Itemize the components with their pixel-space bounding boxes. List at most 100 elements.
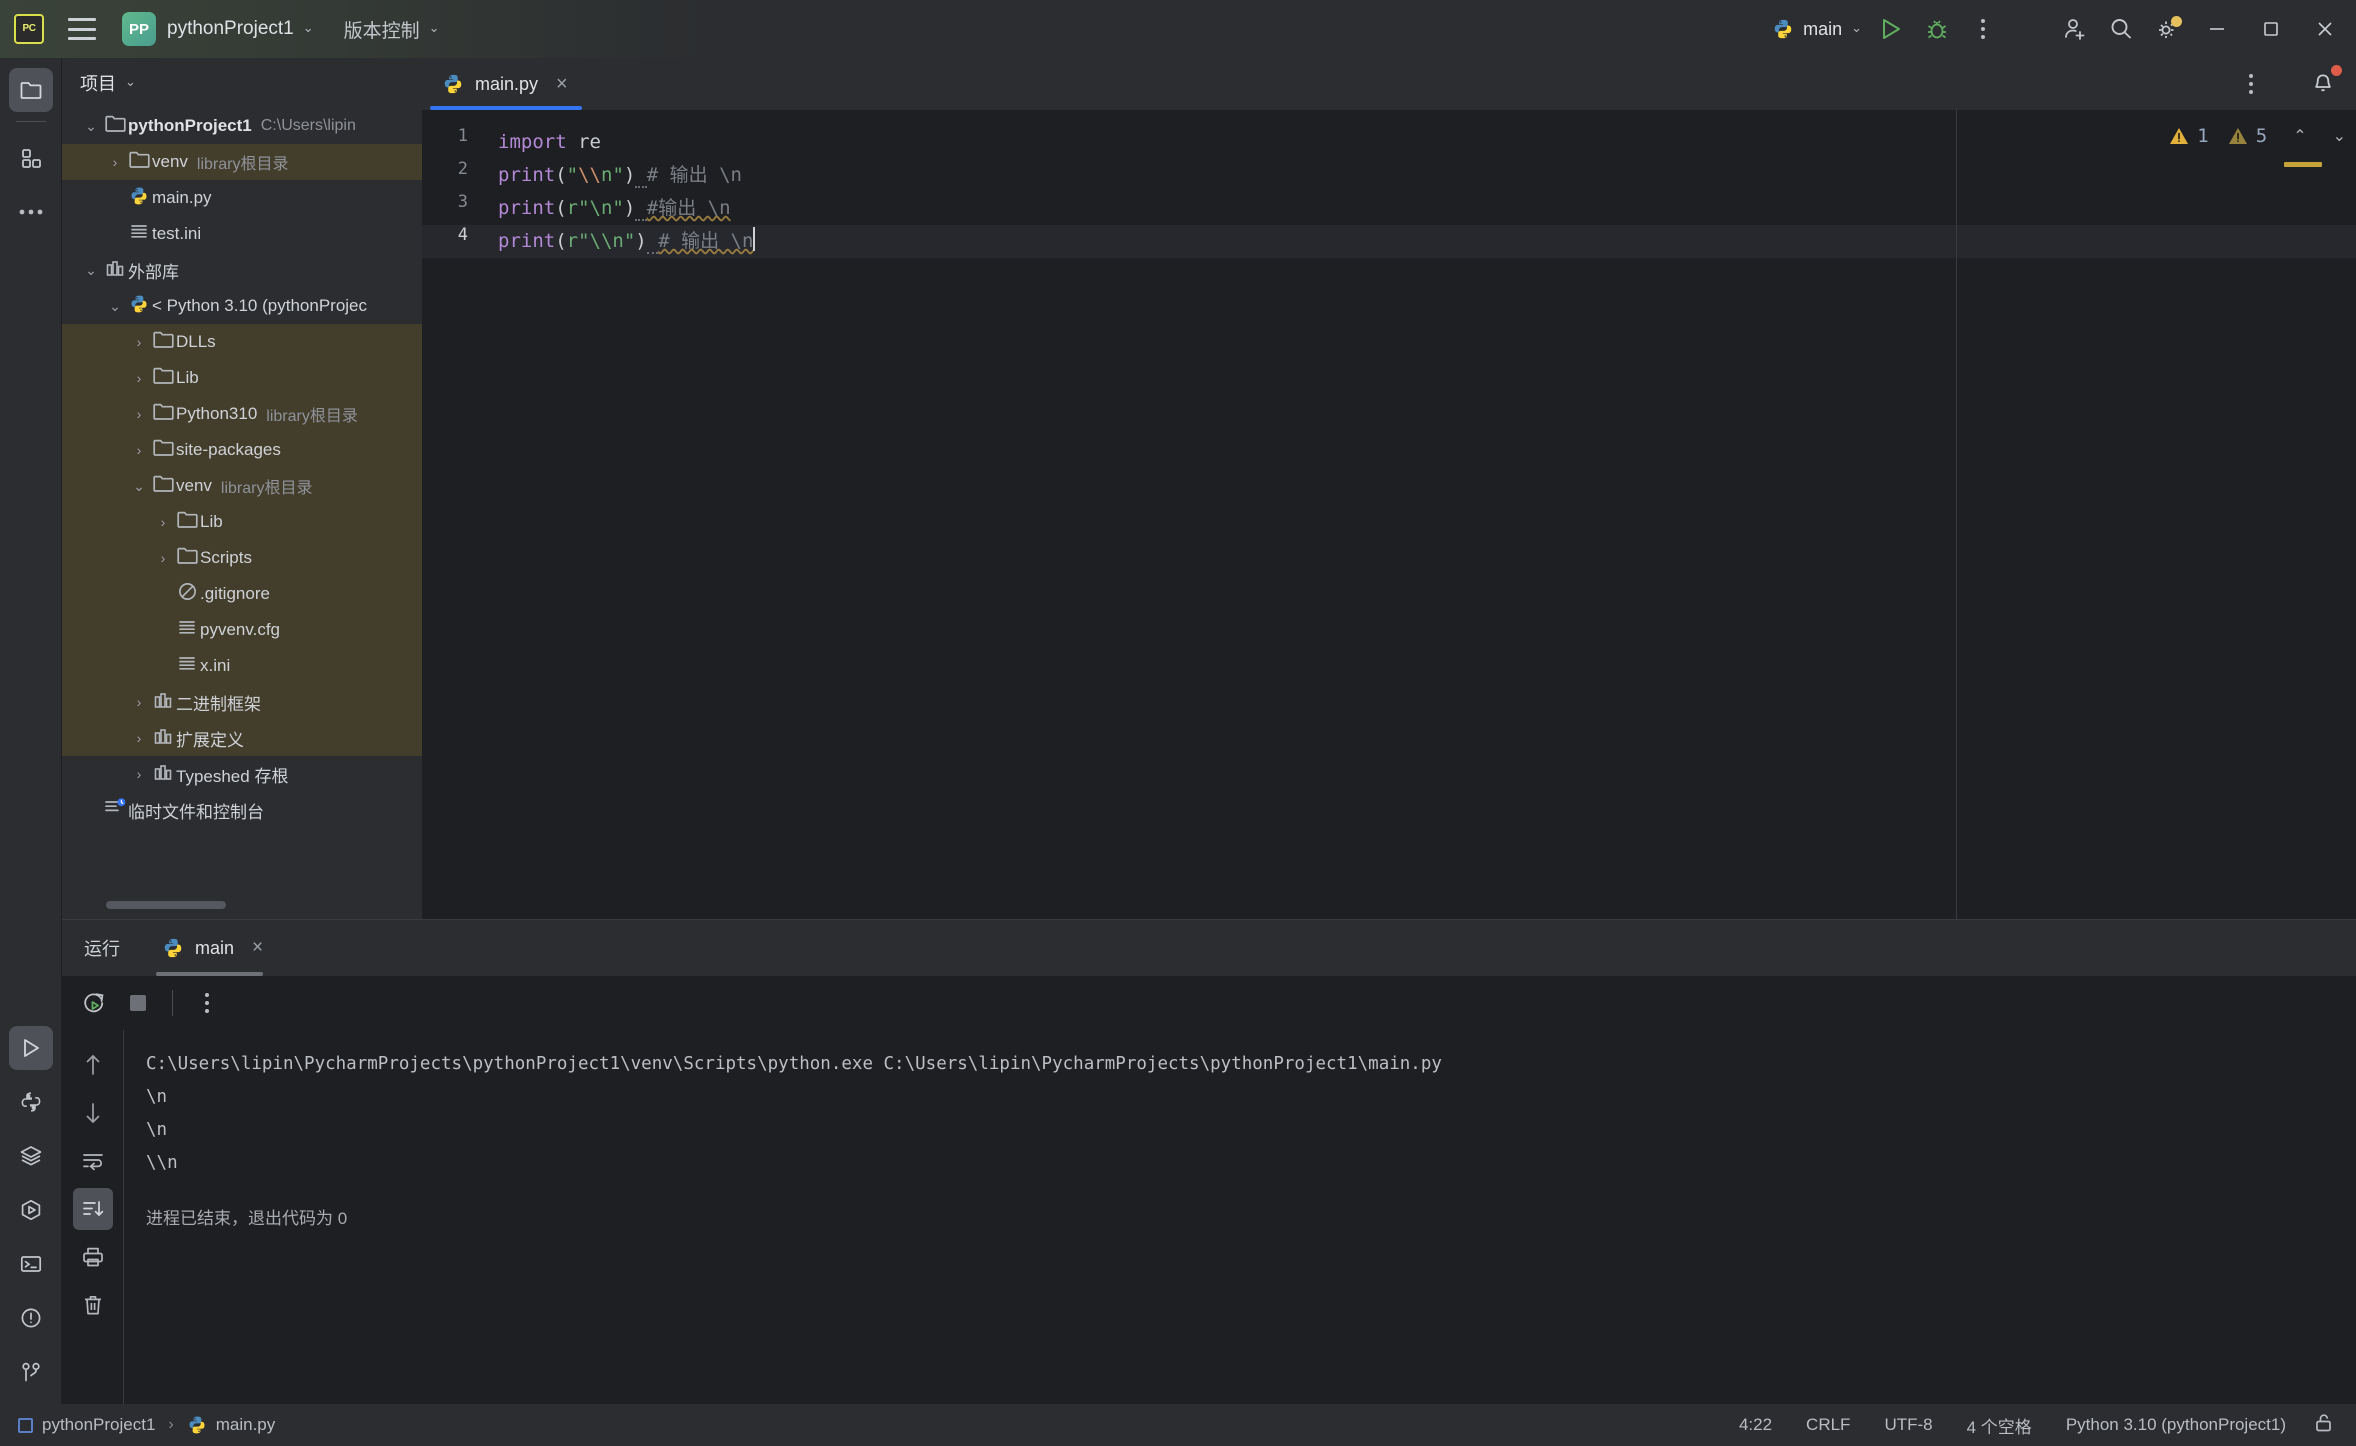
editor-options-icon[interactable] (2228, 61, 2274, 107)
add-user-icon[interactable] (2052, 6, 2098, 52)
sidebar-item-terminal[interactable] (9, 1242, 53, 1286)
soft-wrap-button[interactable] (73, 1140, 113, 1182)
chevron-right-icon[interactable]: › (152, 550, 174, 566)
tab-close-icon[interactable]: × (556, 73, 568, 96)
previous-occurrence-button[interactable] (73, 1044, 113, 1086)
console-output[interactable]: C:\Users\lipin\PycharmProjects\pythonPro… (124, 1030, 2356, 1405)
debug-button[interactable] (1914, 6, 1960, 52)
sidebar-item-more[interactable] (9, 190, 53, 234)
python-icon (21, 1092, 40, 1112)
editor-gutter[interactable]: 1 2 3 4 (422, 110, 478, 919)
more-run-options-button[interactable] (185, 981, 229, 1025)
chevron-down-icon[interactable]: ⌄ (80, 118, 102, 135)
tree-item[interactable]: › Lib (62, 504, 422, 540)
tree-item[interactable]: pyvenv.cfg (62, 612, 422, 648)
breadcrumb-file[interactable]: main.py (216, 1415, 276, 1435)
rerun-button[interactable] (72, 981, 116, 1025)
close-button[interactable] (2298, 0, 2352, 58)
run-button[interactable] (1868, 6, 1914, 52)
chevron-right-icon[interactable]: › (128, 694, 150, 710)
tree-item[interactable]: › site-packages (62, 432, 422, 468)
next-occurrence-button[interactable] (73, 1092, 113, 1134)
project-chevron-down-icon[interactable]: ⌄ (303, 20, 314, 36)
caret-position[interactable]: 4:22 (1739, 1415, 1772, 1435)
sidebar-item-problems[interactable] (9, 1296, 53, 1340)
tree-item[interactable]: › 扩展定义 (62, 720, 422, 756)
more-options-icon[interactable] (1960, 6, 2006, 52)
settings-gear-icon[interactable] (2144, 6, 2190, 52)
next-problem-icon[interactable]: ⌄ (2333, 126, 2346, 146)
sidebar-item-project[interactable] (8, 68, 53, 112)
chevron-right-icon[interactable]: › (152, 514, 174, 530)
tree-item[interactable]: › Typeshed 存根 (62, 756, 422, 792)
tree-item[interactable]: ⌄ pythonProject1 C:\Users\lipin (62, 108, 422, 144)
console-spacer (146, 1180, 2356, 1202)
minimize-button[interactable] (2190, 0, 2244, 58)
run-tab-close-icon[interactable]: × (252, 937, 263, 959)
notification-bell-icon[interactable] (2300, 61, 2346, 107)
sidebar-item-structure[interactable] (9, 136, 53, 180)
interpreter-selector[interactable]: Python 3.10 (pythonProject1) (2066, 1415, 2286, 1435)
tree-item[interactable]: 临时文件和控制台 (62, 792, 422, 828)
tree-item[interactable]: › Python310 library根目录 (62, 396, 422, 432)
chevron-right-icon[interactable]: › (128, 334, 150, 350)
project-panel-chevron-down-icon[interactable]: ⌄ (125, 74, 136, 90)
tree-item[interactable]: ⌄ venv library根目录 (62, 468, 422, 504)
tree-item[interactable]: ⌄ < Python 3.10 (pythonProjec (62, 288, 422, 324)
project-tree-horizontal-scrollbar[interactable] (106, 901, 226, 909)
run-configuration-selector[interactable]: main ⌄ (1766, 18, 1868, 40)
editor-body[interactable]: 1234 import re print("\\n") # 输出 \n print(… (422, 110, 2356, 919)
tree-item[interactable]: .gitignore (62, 576, 422, 612)
scroll-to-end-button[interactable] (72, 1188, 113, 1230)
sidebar-item-services[interactable] (9, 1134, 53, 1178)
maximize-button[interactable] (2244, 0, 2298, 58)
code-token: ) (623, 164, 636, 186)
file-encoding[interactable]: UTF-8 (1884, 1415, 1932, 1435)
previous-problem-icon[interactable]: ⌃ (2293, 126, 2306, 146)
sidebar-item-python-packages[interactable] (9, 1188, 53, 1232)
run-tab-main[interactable]: main × (155, 920, 264, 976)
tree-item[interactable]: › venv library根目录 (62, 144, 422, 180)
tree-item[interactable]: ⌄ 外部库 (62, 252, 422, 288)
breadcrumb-project[interactable]: pythonProject1 (42, 1415, 155, 1435)
weak-warning-group[interactable]: 5 (2227, 125, 2267, 147)
project-name-label[interactable]: pythonProject1 (167, 18, 294, 40)
hamburger-menu-icon[interactable] (68, 18, 96, 40)
chevron-right-icon[interactable]: › (128, 730, 150, 746)
sidebar-item-python-console[interactable] (9, 1080, 53, 1124)
search-icon[interactable] (2098, 6, 2144, 52)
tree-item[interactable]: x.ini (62, 648, 422, 684)
vcs-label[interactable]: 版本控制 (344, 16, 420, 43)
chevron-right-icon[interactable]: › (128, 766, 150, 782)
unlocked-icon[interactable] (2314, 1412, 2334, 1439)
editor-code[interactable]: import re print("\\n") # 输出 \n print(r"\n"… (478, 110, 2356, 919)
error-stripe-marker[interactable] (2284, 162, 2322, 167)
warning-group[interactable]: 1 (2168, 125, 2209, 147)
stop-button[interactable] (116, 981, 160, 1025)
tab-main-py[interactable]: main.py × (422, 58, 582, 110)
chevron-right-icon[interactable]: › (128, 370, 150, 386)
sidebar-item-version-control[interactable] (9, 1350, 53, 1394)
tree-item[interactable]: test.ini (62, 216, 422, 252)
tree-item[interactable]: › Scripts (62, 540, 422, 576)
print-button[interactable] (73, 1236, 113, 1278)
project-tree[interactable]: ⌄ pythonProject1 C:\Users\lipin › venv librar… (62, 108, 422, 908)
chevron-right-icon[interactable]: › (128, 442, 150, 458)
tree-item[interactable]: › Lib (62, 360, 422, 396)
indent-setting[interactable]: 4 个空格 (1967, 1413, 2032, 1438)
clear-all-button[interactable] (73, 1284, 113, 1326)
chevron-down-icon[interactable]: ⌄ (128, 478, 150, 495)
tree-item[interactable]: › 二进制框架 (62, 684, 422, 720)
chevron-down-icon[interactable]: ⌄ (104, 298, 126, 315)
inspection-widget[interactable]: 1 5 ⌃ ⌄ (2070, 110, 2346, 162)
code-line: print(r"\\n") # 输出 \n (498, 225, 756, 258)
tree-item[interactable]: › DLLs (62, 324, 422, 360)
code-line: print("\\n") # 输出 \n (498, 159, 742, 192)
tree-item[interactable]: main.py (62, 180, 422, 216)
chevron-right-icon[interactable]: › (128, 406, 150, 422)
line-separator[interactable]: CRLF (1806, 1415, 1850, 1435)
sidebar-item-run[interactable] (8, 1026, 53, 1070)
chevron-down-icon[interactable]: ⌄ (80, 262, 102, 279)
vcs-chevron-down-icon[interactable]: ⌄ (429, 20, 440, 36)
chevron-right-icon[interactable]: › (104, 154, 126, 170)
